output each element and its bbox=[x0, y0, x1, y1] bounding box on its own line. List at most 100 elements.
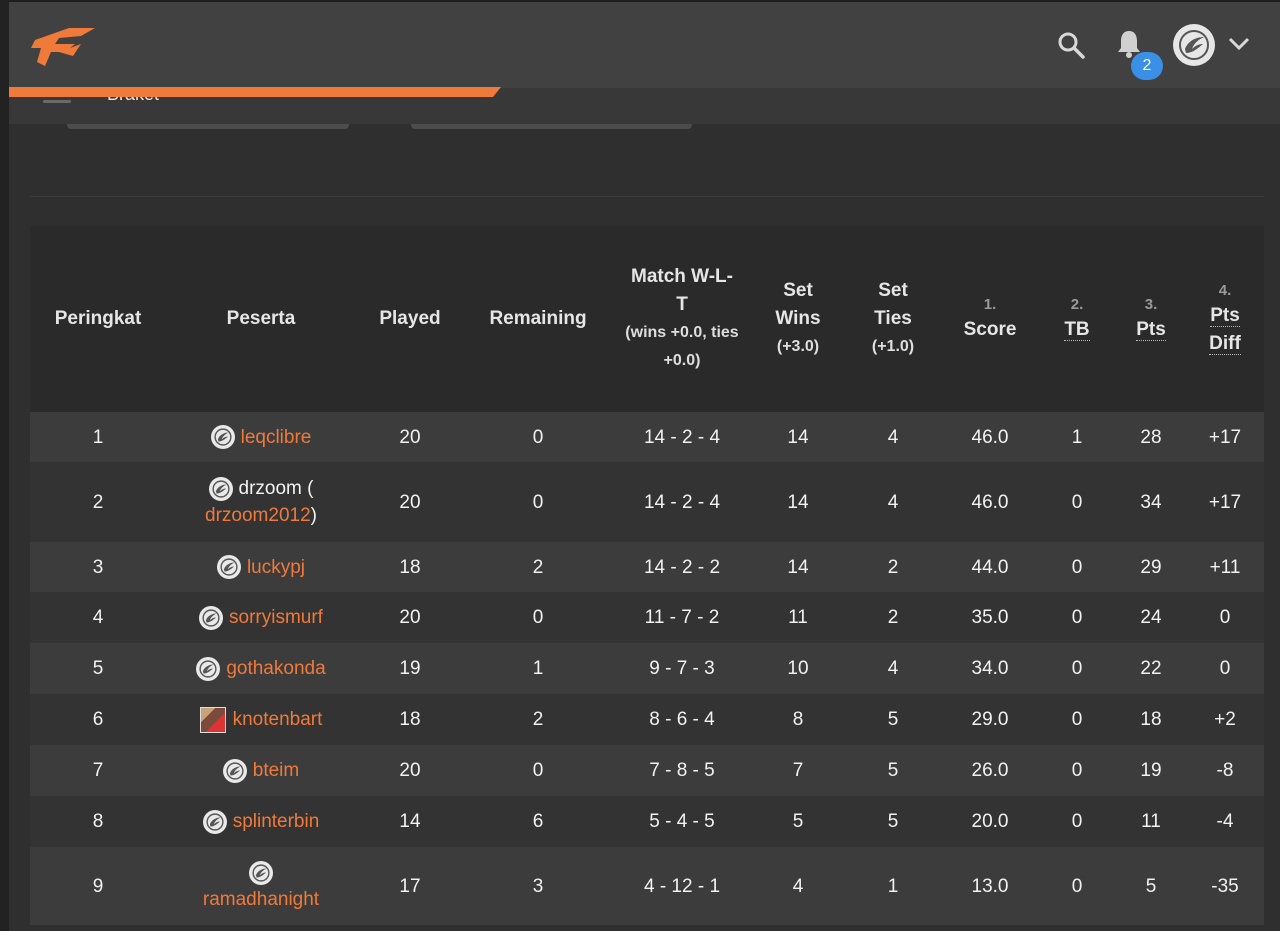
match-wlt-cell: 8 - 6 - 4 bbox=[649, 709, 715, 730]
header-pts-diff-label: Pts Diff bbox=[1209, 305, 1241, 355]
section-divider bbox=[30, 196, 1264, 197]
chevron-down-icon[interactable] bbox=[1228, 33, 1250, 55]
tb-cell: 0 bbox=[1071, 760, 1083, 781]
participant-logo-icon bbox=[210, 425, 235, 450]
set-ties-cell: 5 bbox=[887, 709, 899, 730]
remaining-cell: 0 bbox=[532, 491, 544, 513]
score-cell: 29.0 bbox=[971, 709, 1009, 730]
tb-cell: 0 bbox=[1071, 658, 1083, 679]
set-ties-cell: 5 bbox=[887, 811, 899, 832]
pts-diff-cell: +2 bbox=[1214, 709, 1236, 730]
score-cell: 46.0 bbox=[971, 426, 1009, 448]
header-remaining[interactable]: Remaining bbox=[464, 226, 612, 412]
header-set-ties-label: Set Ties bbox=[874, 280, 912, 329]
remaining-cell: 0 bbox=[532, 607, 544, 628]
set-wins-cell: 7 bbox=[792, 760, 804, 781]
notification-badge[interactable]: 2 bbox=[1131, 52, 1163, 80]
remaining-cell: 2 bbox=[532, 556, 544, 578]
tb-cell: 1 bbox=[1071, 426, 1083, 448]
remaining-cell: 3 bbox=[532, 875, 544, 897]
played-cell: 20 bbox=[399, 491, 421, 513]
dropdown-edge-right[interactable] bbox=[411, 124, 692, 129]
table-row: 2 drzoom (drzoom2012) 20 0 14 - 2 - 4 14 4 46.0… bbox=[30, 462, 1264, 542]
played-cell: 14 bbox=[399, 811, 421, 832]
header-tb-num: 2. bbox=[1070, 296, 1084, 313]
participant-name-link[interactable]: leqclibre bbox=[241, 427, 312, 448]
participant-cell: luckypj bbox=[166, 542, 356, 592]
participant-name-link[interactable]: ramadhanight bbox=[203, 889, 319, 910]
match-wlt-cell: 9 - 7 - 3 bbox=[649, 658, 715, 679]
remaining-cell: 0 bbox=[532, 426, 544, 448]
participant-name-link[interactable]: luckypj bbox=[247, 557, 305, 578]
match-wlt-cell: 5 - 4 - 5 bbox=[649, 811, 715, 832]
pts-cell: 34 bbox=[1140, 491, 1162, 513]
pts-cell: 28 bbox=[1140, 426, 1162, 448]
set-ties-cell: 4 bbox=[887, 426, 899, 448]
score-cell: 34.0 bbox=[971, 658, 1009, 679]
set-ties-cell: 2 bbox=[887, 607, 899, 628]
participant-name-link[interactable]: knotenbart bbox=[233, 709, 323, 730]
played-cell: 20 bbox=[399, 760, 421, 781]
played-cell: 18 bbox=[399, 709, 421, 730]
participant-cell: drzoom (drzoom2012) bbox=[166, 462, 356, 542]
participant-name-link[interactable]: bteim bbox=[253, 760, 299, 781]
participant-logo-icon bbox=[249, 860, 273, 885]
rank-cell: 3 bbox=[92, 556, 104, 578]
participant-logo-icon bbox=[196, 656, 221, 681]
set-ties-cell: 4 bbox=[887, 491, 899, 513]
participant-name-link[interactable]: gothakonda bbox=[226, 658, 325, 679]
score-cell: 44.0 bbox=[971, 556, 1009, 578]
dropdown-edge-left[interactable] bbox=[67, 124, 349, 129]
match-wlt-cell: 14 - 2 - 4 bbox=[643, 491, 721, 513]
header-pts-label: Pts bbox=[1136, 319, 1166, 341]
match-wlt-cell: 11 - 7 - 2 bbox=[644, 607, 720, 628]
score-cell: 13.0 bbox=[971, 875, 1009, 897]
header-set-wins[interactable]: Set Wins (+3.0) bbox=[752, 226, 844, 412]
participant-name-link[interactable]: splinterbin bbox=[233, 811, 320, 832]
pts-diff-cell: +17 bbox=[1208, 491, 1242, 513]
rank-cell: 5 bbox=[92, 658, 104, 679]
pts-diff-cell: 0 bbox=[1219, 658, 1231, 679]
pts-diff-cell: -8 bbox=[1216, 760, 1234, 781]
pts-cell: 29 bbox=[1140, 556, 1162, 578]
table-row: 5 gothakonda 19 1 9 - 7 - 3 10 4 34.0 0 22 0 bbox=[30, 643, 1264, 694]
header-rank[interactable]: Peringkat bbox=[30, 226, 166, 412]
header-match-wlt-sub: (wins +0.0, ties +0.0) bbox=[625, 324, 739, 369]
header-pts-diff[interactable]: 4. Pts Diff bbox=[1186, 226, 1264, 412]
table-row: 8 splinterbin 14 6 5 - 4 - 5 5 5 20.0 0 11 -4 bbox=[30, 796, 1264, 847]
set-wins-cell: 14 bbox=[787, 491, 809, 513]
header-tb[interactable]: 2. TB bbox=[1038, 226, 1116, 412]
remaining-cell: 0 bbox=[532, 760, 544, 781]
participant-name-link[interactable]: drzoom2012 bbox=[205, 505, 311, 526]
played-cell: 18 bbox=[399, 556, 421, 578]
header-participant[interactable]: Peserta bbox=[166, 226, 356, 412]
set-ties-cell: 5 bbox=[887, 760, 899, 781]
set-ties-cell: 4 bbox=[887, 658, 899, 679]
user-avatar[interactable] bbox=[1173, 24, 1215, 66]
pts-diff-cell: 0 bbox=[1219, 607, 1231, 628]
top-navbar bbox=[9, 0, 1280, 88]
participant-name-link[interactable]: sorryismurf bbox=[229, 607, 323, 628]
brand-logo-icon[interactable] bbox=[29, 22, 99, 70]
participant-logo-icon bbox=[199, 605, 224, 630]
header-score[interactable]: 1. Score bbox=[942, 226, 1038, 412]
header-match-wlt[interactable]: Match W-L-T (wins +0.0, ties +0.0) bbox=[612, 226, 752, 412]
tb-cell: 0 bbox=[1071, 607, 1083, 628]
rank-cell: 7 bbox=[92, 760, 104, 781]
pts-cell: 19 bbox=[1140, 760, 1162, 781]
header-pts[interactable]: 3. Pts bbox=[1116, 226, 1186, 412]
header-score-num: 1. bbox=[983, 296, 997, 313]
set-ties-cell: 2 bbox=[887, 556, 899, 578]
set-wins-cell: 14 bbox=[787, 556, 809, 578]
set-wins-cell: 4 bbox=[792, 875, 804, 897]
tb-cell: 0 bbox=[1071, 709, 1083, 730]
search-icon[interactable] bbox=[1056, 30, 1086, 60]
header-pts-num: 3. bbox=[1144, 296, 1158, 313]
rank-cell: 6 bbox=[92, 709, 104, 730]
played-cell: 17 bbox=[399, 875, 421, 897]
set-wins-cell: 11 bbox=[788, 607, 808, 628]
participant-suffix: ) bbox=[310, 505, 317, 526]
header-set-ties[interactable]: Set Ties (+1.0) bbox=[844, 226, 942, 412]
header-played[interactable]: Played bbox=[356, 226, 464, 412]
pts-cell: 11 bbox=[1141, 811, 1161, 832]
